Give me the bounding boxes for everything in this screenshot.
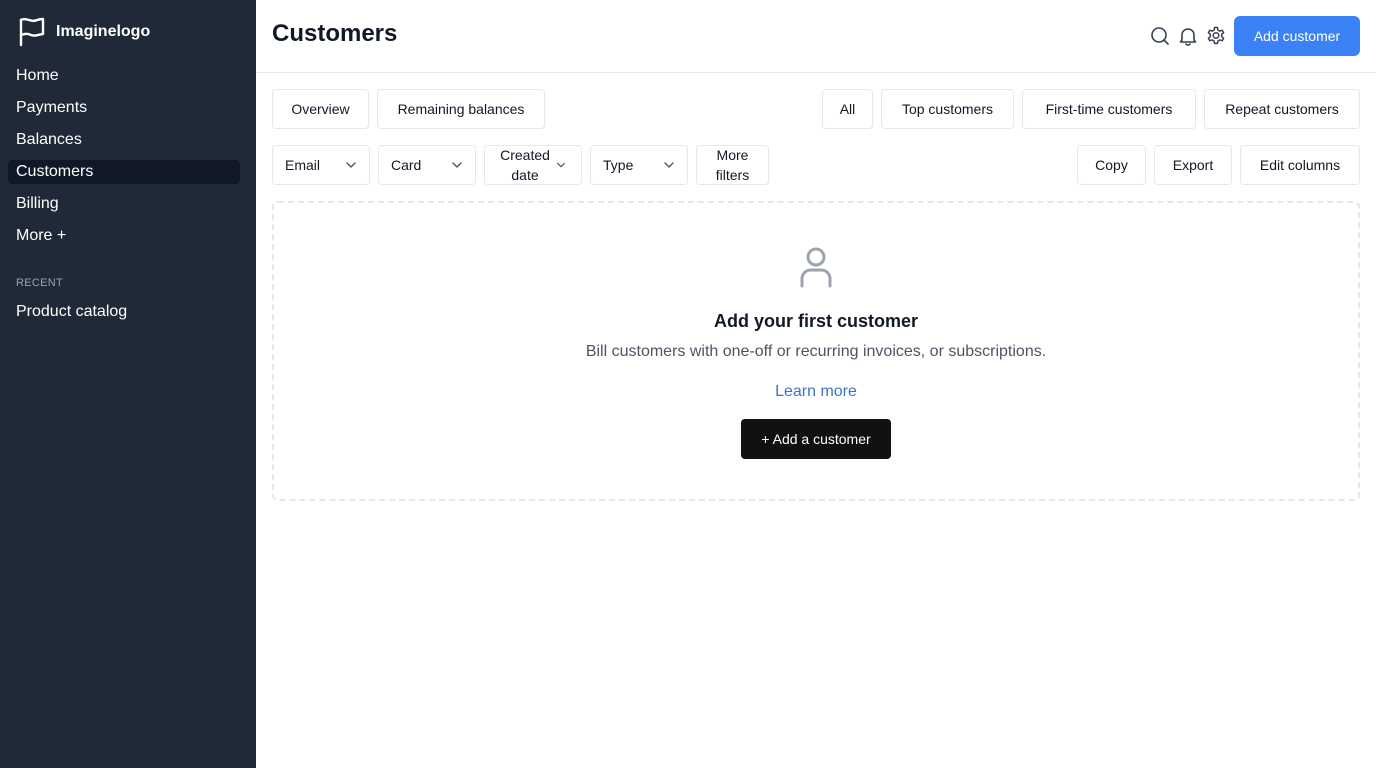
segment-first-time-customers[interactable]: First-time customers bbox=[1022, 89, 1196, 129]
flag-icon bbox=[18, 17, 46, 47]
email-filter[interactable]: Email bbox=[272, 145, 370, 185]
chevron-down-icon bbox=[663, 159, 675, 171]
created-date-line-1: Created bbox=[500, 147, 550, 163]
brand[interactable]: Imaginelogo bbox=[18, 17, 150, 47]
sidebar-item-customers[interactable]: Customers bbox=[8, 160, 240, 184]
learn-more-link[interactable]: Learn more bbox=[274, 383, 1358, 401]
sidebar-item-payments[interactable]: Payments bbox=[8, 96, 240, 120]
tab-remaining-balances[interactable]: Remaining balances bbox=[377, 89, 545, 129]
brand-name: Imaginelogo bbox=[56, 23, 151, 40]
recent-section-label: RECENT bbox=[16, 277, 64, 289]
add-a-customer-button[interactable]: + Add a customer bbox=[741, 419, 891, 459]
page-header: Customers Add customer bbox=[256, 0, 1376, 73]
recent-item-product-catalog[interactable]: Product catalog bbox=[8, 300, 240, 324]
user-icon bbox=[798, 246, 834, 288]
sidebar: Imaginelogo Home Payments Balances Custo… bbox=[0, 0, 256, 768]
edit-columns-button[interactable]: Edit columns bbox=[1240, 145, 1360, 185]
email-filter-label: Email bbox=[285, 157, 321, 173]
card-filter[interactable]: Card bbox=[378, 145, 476, 185]
type-filter-label: Type bbox=[603, 157, 634, 173]
page-title: Customers bbox=[272, 20, 398, 47]
export-button[interactable]: Export bbox=[1154, 145, 1232, 185]
tab-overview[interactable]: Overview bbox=[272, 89, 369, 129]
segment-repeat-customers[interactable]: Repeat customers bbox=[1204, 89, 1360, 129]
empty-state-description: Bill customers with one-off or recurring… bbox=[585, 343, 1047, 360]
created-date-line-2: date bbox=[511, 167, 539, 183]
sidebar-item-home[interactable]: Home bbox=[8, 64, 240, 88]
segment-all[interactable]: All bbox=[822, 89, 873, 129]
search-icon[interactable] bbox=[1149, 25, 1171, 47]
sidebar-item-billing[interactable]: Billing bbox=[8, 192, 240, 216]
more-filters-button[interactable]: More filters bbox=[696, 145, 769, 185]
sidebar-item-more[interactable]: More + bbox=[8, 224, 240, 248]
sidebar-item-balances[interactable]: Balances bbox=[8, 128, 240, 152]
card-filter-label: Card bbox=[391, 157, 422, 173]
bell-icon[interactable] bbox=[1177, 25, 1199, 47]
chevron-down-icon bbox=[345, 159, 357, 171]
chevron-down-icon bbox=[556, 160, 566, 170]
segment-top-customers[interactable]: Top customers bbox=[881, 89, 1014, 129]
more-filters-line-1: More bbox=[716, 147, 749, 163]
empty-state-title: Add your first customer bbox=[713, 311, 919, 331]
add-customer-button[interactable]: Add customer bbox=[1234, 16, 1360, 56]
gear-icon[interactable] bbox=[1205, 25, 1227, 47]
sidebar-nav: Home Payments Balances Customers Billing… bbox=[8, 64, 240, 256]
created-date-filter-label: Created date bbox=[500, 145, 550, 185]
created-date-filter[interactable]: Created date bbox=[484, 145, 582, 185]
more-filters-line-2: filters bbox=[715, 167, 750, 183]
copy-button[interactable]: Copy bbox=[1077, 145, 1146, 185]
empty-state: Add your first customer Bill customers w… bbox=[272, 201, 1360, 501]
type-filter[interactable]: Type bbox=[590, 145, 688, 185]
chevron-down-icon bbox=[451, 159, 463, 171]
